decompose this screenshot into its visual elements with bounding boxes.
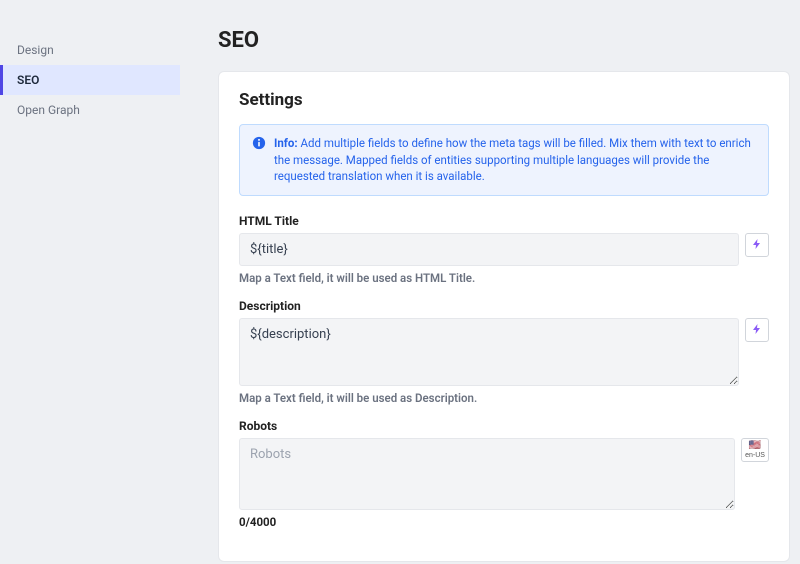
info-body: Add multiple fields to define how the me… (274, 136, 751, 183)
sidebar-item-label: SEO (17, 73, 39, 87)
description-ai-button[interactable] (745, 318, 769, 342)
field-description: Description Map a Text field, it will be… (239, 299, 769, 405)
main-content: SEO Settings Info: Add multiple fields t… (180, 0, 800, 564)
flag-icon: 🇺🇸 (749, 441, 761, 451)
info-box: Info: Add multiple fields to define how … (239, 124, 769, 196)
sidebar-item-seo[interactable]: SEO (0, 65, 180, 95)
description-input[interactable] (239, 318, 739, 386)
robots-counter: 0/4000 (239, 515, 769, 529)
settings-heading: Settings (239, 90, 769, 110)
sidebar-item-label: Design (17, 43, 54, 57)
info-icon (252, 136, 266, 150)
robots-input[interactable] (239, 438, 735, 510)
sidebar-item-label: Open Graph (17, 103, 80, 117)
info-text: Info: Add multiple fields to define how … (274, 135, 756, 185)
lightning-icon (751, 238, 763, 253)
html-title-ai-button[interactable] (745, 233, 769, 257)
description-label: Description (239, 299, 769, 313)
sidebar: Design SEO Open Graph (0, 0, 180, 564)
info-label: Info: (274, 136, 298, 150)
robots-label: Robots (239, 419, 769, 433)
field-robots: Robots 🇺🇸 en-US 0/4000 (239, 419, 769, 529)
settings-card: Settings Info: Add multiple fields to de… (218, 71, 790, 562)
html-title-input[interactable] (239, 233, 739, 266)
html-title-help: Map a Text field, it will be used as HTM… (239, 271, 769, 285)
page-title: SEO (218, 28, 790, 53)
html-title-label: HTML Title (239, 214, 769, 228)
lightning-icon (751, 323, 763, 338)
description-help: Map a Text field, it will be used as Des… (239, 391, 769, 405)
sidebar-item-open-graph[interactable]: Open Graph (0, 95, 180, 125)
locale-code: en-US (745, 452, 765, 459)
locale-button[interactable]: 🇺🇸 en-US (741, 438, 769, 462)
field-html-title: HTML Title Map a Text field, it will be … (239, 214, 769, 285)
sidebar-item-design[interactable]: Design (0, 35, 180, 65)
